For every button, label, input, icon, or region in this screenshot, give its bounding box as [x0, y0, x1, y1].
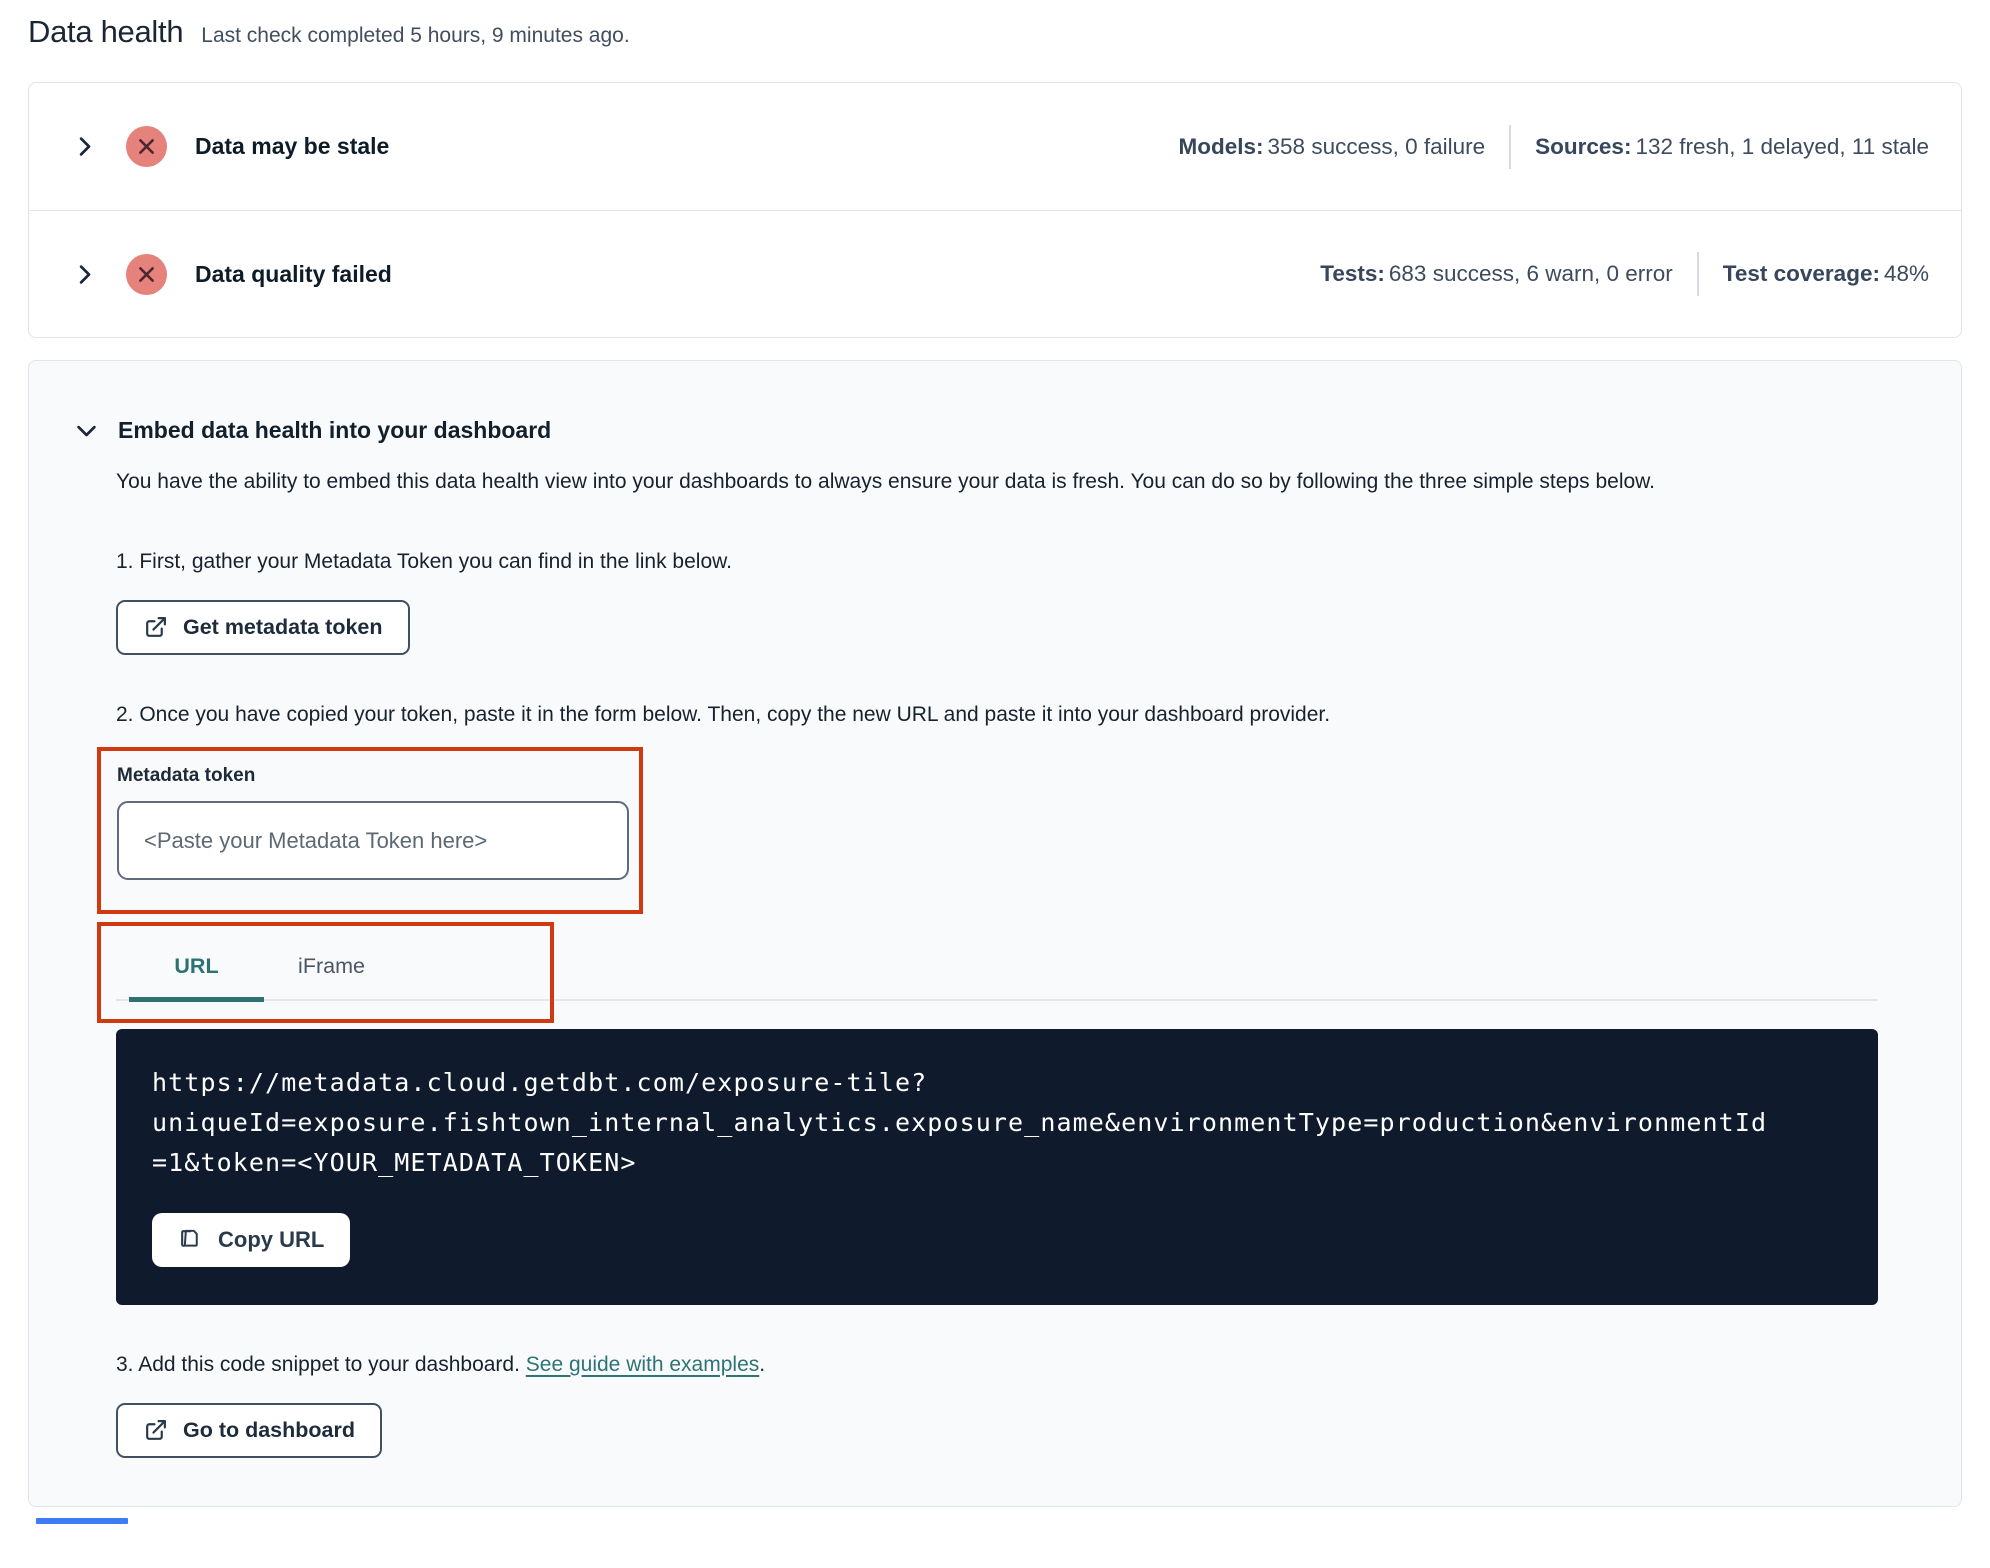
embed-url-line2: uniqueId=exposure.fishtown_internal_anal…: [152, 1107, 1768, 1137]
copy-url-button[interactable]: Copy URL: [152, 1212, 351, 1267]
status-row-data-may-be-stale[interactable]: Data may be stale Models: 358 success, 0 …: [29, 83, 1961, 210]
data-health-status-card: Data may be stale Models: 358 success, 0 …: [28, 82, 1962, 338]
embed-url-line1: https://metadata.cloud.getdbt.com/exposu…: [152, 1067, 928, 1097]
status-row-title: Data quality failed: [195, 260, 392, 287]
chevron-right-icon[interactable]: [71, 133, 98, 160]
get-metadata-token-button[interactable]: Get metadata token: [116, 600, 410, 655]
focus-indicator-fragment: [36, 1517, 128, 1524]
embed-section-header[interactable]: Embed data health into your dashboard: [73, 417, 1961, 444]
step3-text-after: .: [759, 1352, 766, 1376]
step3-text-before: 3. Add this code snippet to your dashboa…: [116, 1352, 526, 1376]
status-row-data-quality-failed[interactable]: Data quality failed Tests: 683 success, 6…: [29, 210, 1961, 337]
stat-divider: [1696, 252, 1699, 296]
output-format-tabs: URL iFrame: [97, 922, 1878, 1023]
models-stat-label: Models:: [1178, 133, 1264, 159]
metadata-token-input[interactable]: [117, 801, 629, 880]
stat-divider: [1509, 124, 1512, 169]
last-check-status: Last check completed 5 hours, 9 minutes …: [201, 24, 630, 47]
page-title: Data health: [28, 14, 184, 49]
sources-stat: Sources: 132 fresh, 1 delayed, 11 stale: [1535, 134, 1929, 160]
tab-iframe[interactable]: iFrame: [264, 936, 399, 1002]
x-circle-icon: [126, 126, 167, 167]
test-coverage-stat-value: 48%: [1883, 261, 1929, 286]
step3-text: 3. Add this code snippet to your dashboa…: [116, 1353, 1878, 1377]
models-stat: Models: 358 success, 0 failure: [1179, 134, 1486, 160]
test-coverage-stat-label: Test coverage:: [1722, 261, 1880, 286]
sources-stat-label: Sources:: [1535, 133, 1632, 159]
copy-url-label: Copy URL: [218, 1226, 325, 1252]
tab-url[interactable]: URL: [129, 936, 264, 1002]
page-header: Data health Last check completed 5 hours…: [0, 0, 1990, 50]
copy-icon: [178, 1227, 203, 1252]
embed-description: You have the ability to embed this data …: [116, 470, 1655, 493]
tab-url-label: URL: [174, 954, 219, 978]
external-link-icon: [143, 1418, 168, 1443]
embed-section-title: Embed data health into your dashboard: [118, 417, 552, 443]
step2-text: 2. Once you have copied your token, past…: [116, 703, 1331, 726]
metadata-token-label: Metadata token: [117, 765, 256, 786]
chevron-right-icon[interactable]: [71, 261, 98, 288]
go-to-dashboard-button[interactable]: Go to dashboard: [116, 1402, 382, 1458]
embed-url-line3: =1&token=<YOUR_METADATA_TOKEN>: [152, 1147, 637, 1177]
embed-section-content: You have the ability to embed this data …: [97, 462, 1878, 1458]
embed-url-code-block: https://metadata.cloud.getdbt.com/exposu…: [116, 1028, 1878, 1305]
models-stat-value: 358 success, 0 failure: [1267, 133, 1486, 159]
get-metadata-token-label: Get metadata token: [183, 615, 383, 639]
metadata-token-annotation-box: Metadata token: [97, 747, 643, 914]
test-coverage-stat: Test coverage: 48%: [1723, 261, 1929, 287]
tests-stat-value: 683 success, 6 warn, 0 error: [1388, 261, 1673, 286]
step1-text: 1. First, gather your Metadata Token you…: [116, 550, 732, 573]
sources-stat-value: 132 fresh, 1 delayed, 11 stale: [1635, 133, 1929, 159]
see-guide-link[interactable]: See guide with examples: [526, 1353, 759, 1376]
x-circle-icon: [126, 253, 167, 295]
chevron-down-icon[interactable]: [73, 417, 100, 444]
tests-stat: Tests: 683 success, 6 warn, 0 error: [1320, 261, 1673, 287]
external-link-icon: [143, 615, 168, 640]
tab-iframe-label: iFrame: [298, 954, 365, 978]
status-row-title: Data may be stale: [195, 133, 390, 159]
go-to-dashboard-label: Go to dashboard: [183, 1417, 355, 1442]
tests-stat-label: Tests:: [1320, 261, 1385, 286]
embed-section-card: Embed data health into your dashboard Yo…: [28, 360, 1962, 1507]
